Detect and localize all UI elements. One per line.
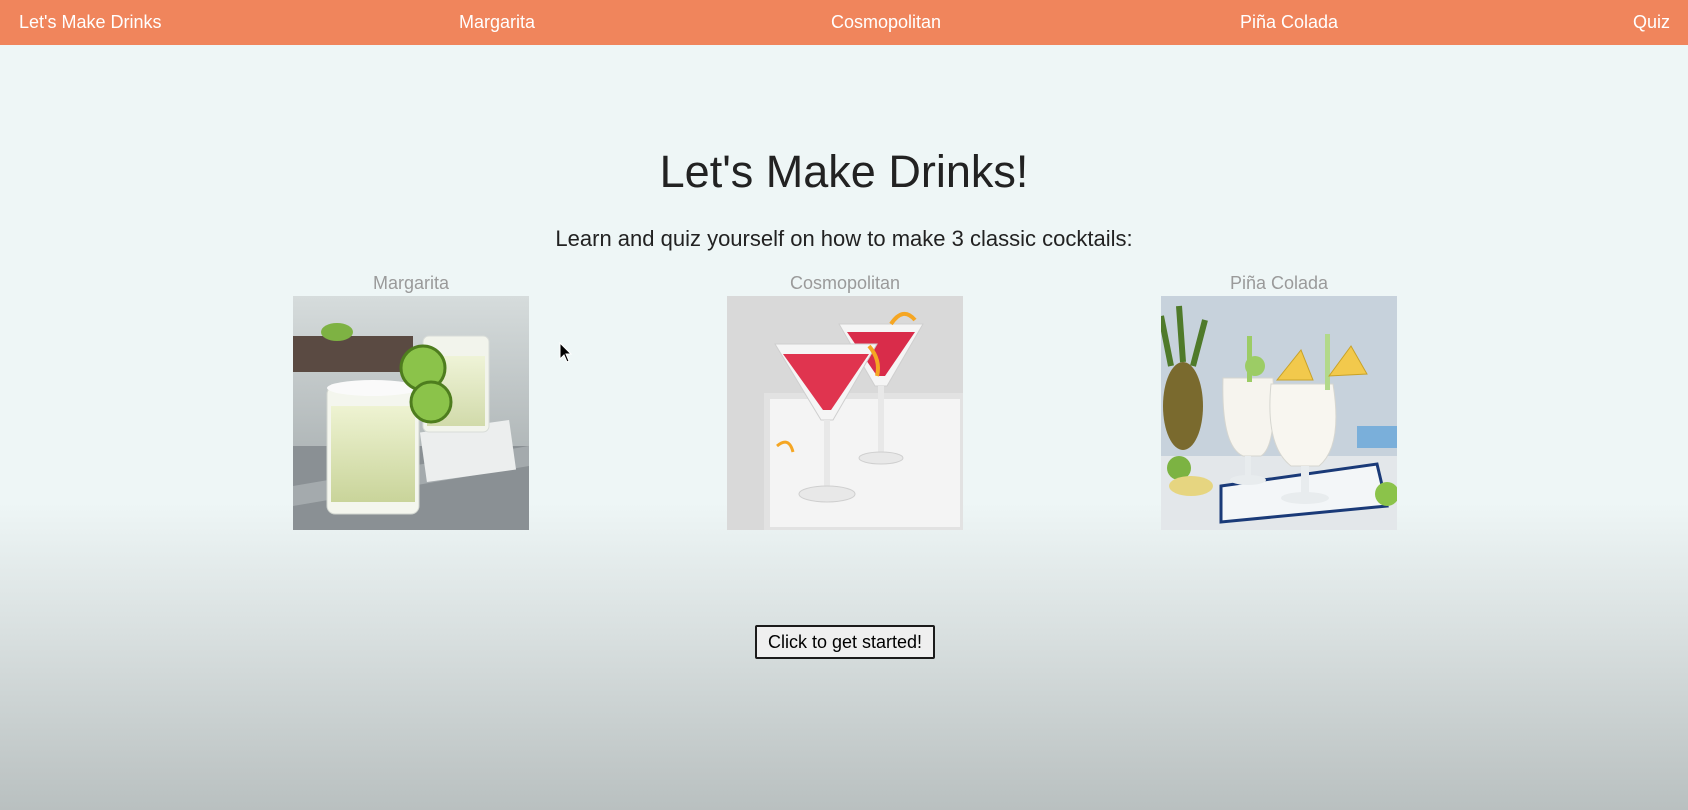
margarita-photo[interactable] [293, 296, 529, 530]
drink-card-label: Piña Colada [1229, 273, 1329, 293]
drink-card-cosmopolitan[interactable]: Cosmopolitan [727, 272, 963, 530]
mouse-pointer-icon [559, 341, 573, 364]
nav-link-margarita[interactable]: Margarita [459, 0, 535, 45]
top-navbar: Let's Make Drinks Margarita Cosmopolitan… [0, 0, 1688, 45]
nav-link-cosmopolitan[interactable]: Cosmopolitan [831, 0, 941, 45]
drink-card-margarita[interactable]: Margarita [293, 272, 529, 530]
drink-card-label: Margarita [372, 273, 450, 293]
pina-colada-photo[interactable] [1161, 296, 1397, 530]
nav-link-quiz[interactable]: Quiz [1633, 0, 1670, 45]
page-subtitle: Learn and quiz yourself on how to make 3… [555, 226, 1133, 251]
nav-link-pina-colada[interactable]: Piña Colada [1240, 0, 1338, 45]
page-title: Let's Make Drinks! [659, 146, 1029, 197]
nav-brand-link[interactable]: Let's Make Drinks [19, 0, 161, 45]
drink-card-label: Cosmopolitan [789, 273, 901, 293]
get-started-button[interactable]: Click to get started! [755, 625, 935, 659]
drink-card-pina-colada[interactable]: Piña Colada [1161, 272, 1397, 530]
cosmopolitan-photo[interactable] [727, 296, 963, 530]
